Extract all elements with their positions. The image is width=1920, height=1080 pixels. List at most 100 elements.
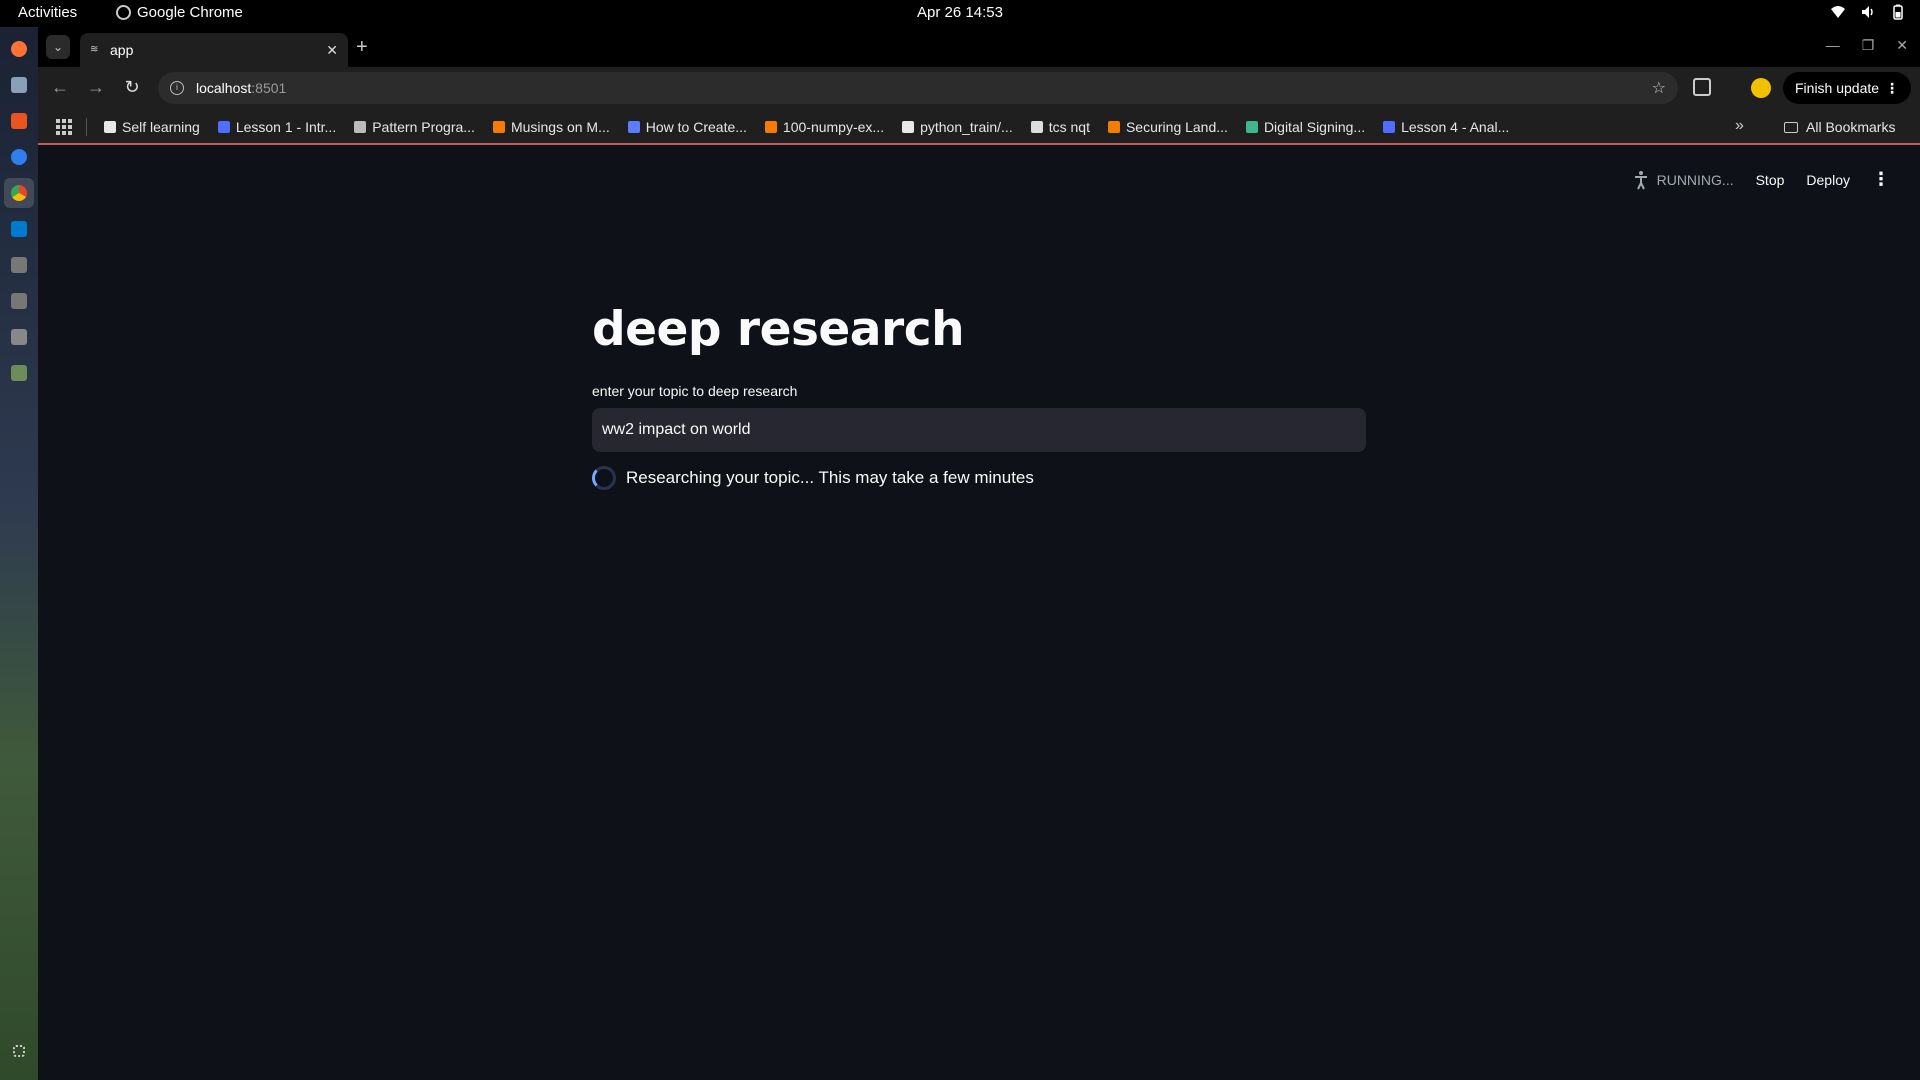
topic-input[interactable] (592, 408, 1366, 452)
bookmark-item[interactable]: Lesson 4 - Anal... (1383, 119, 1509, 135)
bookmark-favicon-icon (902, 121, 915, 133)
firefox-icon[interactable] (11, 41, 27, 57)
bookmark-list: Self learning Lesson 1 - Intr... Pattern P… (104, 109, 1509, 145)
disk-icon[interactable] (11, 293, 27, 309)
minimize-icon[interactable]: — (1826, 37, 1840, 54)
close-window-icon[interactable]: ✕ (1896, 37, 1908, 54)
bookmark-label: tcs nqt (1048, 119, 1090, 135)
bookmark-favicon-icon (1245, 121, 1258, 133)
disk-icon[interactable] (11, 257, 27, 273)
bookmark-star-icon[interactable]: ☆ (1652, 78, 1666, 98)
system-tray[interactable] (1830, 4, 1906, 20)
page-content: RUNNING... Stop Deploy ⋮ deep research e… (38, 147, 1920, 1080)
vscode-icon[interactable] (11, 221, 27, 237)
bookmark-item[interactable]: Musings on M... (492, 119, 610, 135)
forward-button[interactable]: → (86, 77, 106, 98)
folder-icon (1784, 121, 1798, 133)
tab-app[interactable]: ≋ app ✕ (80, 33, 348, 67)
bookmark-item[interactable]: Self learning (104, 119, 200, 135)
running-label: RUNNING... (1656, 171, 1734, 188)
more-bookmarks-icon[interactable]: » (1735, 117, 1744, 135)
bookmark-favicon-icon (1107, 121, 1120, 133)
profile-avatar[interactable] (1751, 78, 1771, 98)
url-port: :8501 (251, 80, 287, 96)
disk-icon[interactable] (11, 329, 27, 345)
spinner-text: Researching your topic... This may take … (626, 468, 1034, 487)
topic-input-label: enter your topic to deep research (592, 383, 798, 399)
bookmarks-bar: Self learning Lesson 1 - Intr... Pattern P… (38, 109, 1920, 145)
new-tab-button[interactable]: + (356, 36, 368, 59)
back-button[interactable]: ← (50, 77, 70, 98)
bookmark-label: Lesson 4 - Anal... (1401, 119, 1510, 135)
running-man-icon (1634, 170, 1647, 189)
divider (86, 118, 87, 136)
files-icon[interactable] (11, 77, 27, 93)
bookmark-item[interactable]: Securing Land... (1107, 119, 1228, 135)
bookmark-label: 100-numpy-ex... (782, 119, 885, 135)
system-top-bar: Activities Google Chrome Apr 26 14:53 (0, 0, 1920, 27)
all-bookmarks-label: All Bookmarks (1806, 119, 1896, 135)
extensions-icon[interactable] (1693, 78, 1711, 96)
streamlit-toolbar: RUNNING... Stop Deploy ⋮ (1633, 169, 1890, 190)
bookmark-item[interactable]: Digital Signing... (1245, 119, 1366, 135)
clock[interactable]: Apr 26 14:53 (917, 4, 1003, 21)
more-vert-icon: ⋮ (1885, 79, 1899, 96)
browser-window: ⌄ ≋ app ✕ + — ❐ ✕ ← → ↻ i localhost:8501… (38, 27, 1920, 1080)
address-bar[interactable]: i localhost:8501 ☆ (158, 72, 1678, 104)
volume-icon (1862, 6, 1873, 18)
bookmark-item[interactable]: Pattern Progra... (354, 119, 475, 135)
apps-grid-icon[interactable] (56, 119, 72, 135)
app-name: Google Chrome (137, 4, 243, 21)
chrome-dock-icon[interactable] (11, 185, 27, 201)
tab-title: app (110, 42, 134, 58)
close-tab-icon[interactable]: ✕ (326, 42, 338, 59)
help-icon[interactable] (11, 149, 27, 165)
main-menu-icon[interactable]: ⋮ (1872, 169, 1890, 190)
spinner-icon (592, 466, 616, 490)
bookmark-label: Digital Signing... (1263, 119, 1366, 135)
chrome-icon (116, 5, 131, 20)
finish-update-button[interactable]: Finish update ⋮ (1783, 72, 1911, 104)
trash-icon[interactable] (11, 365, 27, 381)
bookmark-favicon-icon (627, 121, 640, 133)
bookmark-item[interactable]: tcs nqt (1030, 119, 1090, 135)
bookmark-favicon-icon (354, 121, 367, 133)
spinner-status: Researching your topic... This may take … (592, 466, 1034, 490)
software-icon[interactable] (11, 113, 27, 129)
restore-icon[interactable]: ❐ (1862, 37, 1875, 54)
bookmark-favicon-icon (104, 121, 116, 133)
activities-button[interactable]: Activities (18, 4, 77, 21)
bookmark-favicon-icon (217, 121, 230, 133)
site-info-icon[interactable]: i (170, 81, 184, 95)
streamlit-favicon: ≋ (90, 44, 99, 55)
finish-update-label: Finish update (1795, 80, 1880, 96)
page-title: deep research (592, 302, 965, 357)
battery-icon (1893, 4, 1903, 20)
bookmark-favicon-icon (764, 121, 777, 133)
running-status: RUNNING... (1633, 170, 1734, 190)
bookmark-item[interactable]: Lesson 1 - Intr... (217, 119, 337, 135)
bookmark-label: Lesson 1 - Intr... (235, 119, 337, 135)
bookmark-favicon-icon (492, 121, 505, 133)
dock (0, 27, 38, 1080)
wifi-icon (1831, 6, 1845, 18)
bookmark-item[interactable]: How to Create... (627, 119, 747, 135)
show-apps-icon[interactable] (13, 1045, 25, 1057)
bookmark-label: Self learning (122, 119, 200, 135)
tab-strip: ⌄ ≋ app ✕ + — ❐ ✕ (38, 27, 1920, 67)
bookmark-favicon-icon (1383, 121, 1396, 133)
window-controls: — ❐ ✕ (1826, 37, 1908, 54)
all-bookmarks-button[interactable]: All Bookmarks (1784, 109, 1895, 145)
deploy-button[interactable]: Deploy (1806, 172, 1850, 188)
stop-button[interactable]: Stop (1756, 172, 1785, 188)
bookmark-label: python_train/... (920, 119, 1013, 135)
bookmark-item[interactable]: python_train/... (902, 119, 1013, 135)
bookmark-favicon-icon (1030, 121, 1043, 133)
reload-button[interactable]: ↻ (122, 77, 142, 98)
url-host: localhost (196, 80, 252, 96)
app-menu[interactable]: Google Chrome (116, 4, 243, 21)
browser-toolbar: ← → ↻ i localhost:8501 ☆ Finish update ⋮ (38, 67, 1920, 109)
bookmark-label: Securing Land... (1125, 119, 1228, 135)
tab-search-button[interactable]: ⌄ (46, 35, 70, 59)
bookmark-item[interactable]: 100-numpy-ex... (764, 119, 885, 135)
